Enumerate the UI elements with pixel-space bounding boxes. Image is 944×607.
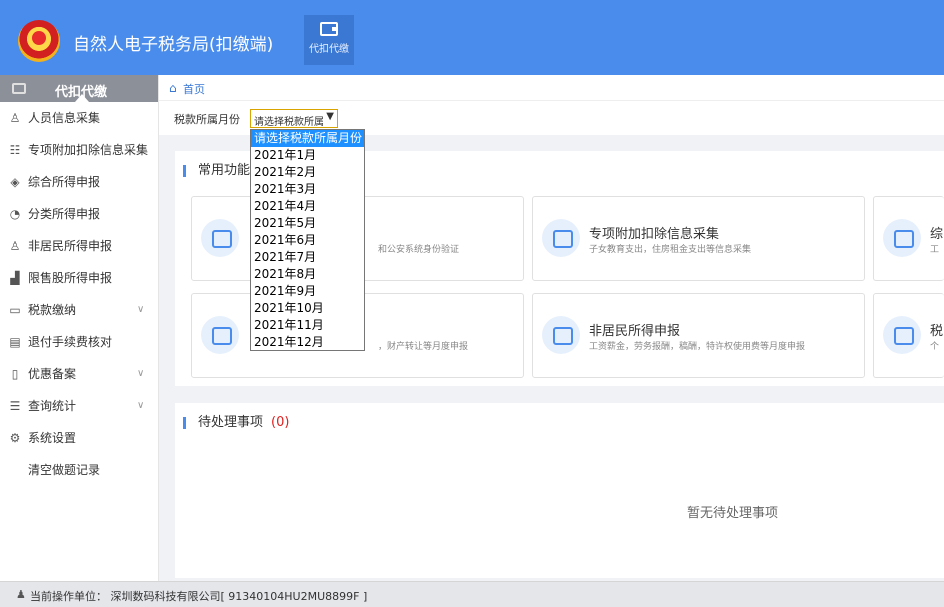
search-list-icon: ☰ [9,399,21,413]
wallet-icon [320,22,338,36]
id-card-icon [201,219,239,257]
sidebar-item-label: 限售股所得申报 [28,271,113,285]
sidebar-item-label: 清空做题记录 [28,463,101,477]
sidebar-item-label: 专项附加扣除信息采集 [28,143,149,157]
dropdown-option[interactable]: 2021年12月 [251,334,364,351]
card-title: 综 [930,227,944,242]
person-icon: ♙ [9,111,21,125]
receipt-icon: ▤ [9,335,21,349]
app-title: 自然人电子税务局(扣缴端) [73,35,274,55]
dropdown-option[interactable]: 2021年8月 [251,266,364,283]
sidebar-item-preferential-filing[interactable]: ▯ 优惠备案 ∨ [0,358,158,390]
sidebar-item-label: 退付手续费核对 [28,335,113,349]
pending-items-title: 待处理事项 (0) [183,415,290,430]
sidebar-item-classified-income[interactable]: ◔ 分类所得申报 [0,198,158,230]
pending-title-text: 待处理事项 [198,415,264,430]
dropdown-option[interactable]: 2021年5月 [251,215,364,232]
user-icon: ♟ [16,588,26,601]
dropdown-option[interactable]: 2021年1月 [251,147,364,164]
tax-month-label: 税款所属月份 [174,113,240,126]
tab-withholding[interactable]: 代扣代缴 [304,15,354,65]
chevron-down-icon: ▼ [326,111,334,122]
bar-chart-icon: ▟ [10,271,20,285]
person-outline-icon: ♙ [9,239,21,253]
sidebar-item-query-statistics[interactable]: ☰ 查询统计 ∨ [0,390,158,422]
chevron-down-icon: ∨ [137,368,145,379]
chevron-down-icon: ∨ [137,400,145,411]
tax-month-dropdown-list: 请选择税款所属月份 2021年1月 2021年2月 2021年3月 2021年4… [250,129,365,351]
sidebar-item-special-deductions[interactable]: ☷ 专项附加扣除信息采集 [0,134,158,166]
card-desc: ，财产转让等月度申报 [378,342,469,352]
document-icon: ▯ [11,367,19,381]
current-unit-text: 当前操作单位： 深圳数码科技有限公司[ 91340104HU2MU8899F ] [30,590,368,603]
tax-month-select-value: 请选择税款所属 [254,117,324,128]
sidebar-item-label: 优惠备案 [28,367,77,381]
card-title: 非居民所得申报 [589,324,681,339]
dropdown-option[interactable]: 2021年6月 [251,232,364,249]
sidebar-item-label: 税款缴纳 [28,303,77,317]
dropdown-option[interactable]: 2021年3月 [251,181,364,198]
pending-items-panel: 待处理事项 (0) 暂无待处理事项 [175,403,944,578]
dropdown-option[interactable]: 2021年11月 [251,317,364,334]
sidebar-item-label: 查询统计 [28,399,77,413]
sidebar-heading: 代扣代缴 [0,75,158,102]
dropdown-option[interactable]: 2021年10月 [251,300,364,317]
card-title: 税 [930,324,944,339]
national-emblem-logo [18,20,60,62]
sidebar-item-refund-fee[interactable]: ▤ 退付手续费核对 [0,326,158,358]
sidebar-item-restricted-shares[interactable]: ▟ 限售股所得申报 [0,262,158,294]
common-functions-title: 常用功能 [183,164,250,177]
card-desc: 和公安系统身份验证 [378,245,460,255]
chevron-down-icon: ∨ [137,304,145,315]
document-search-icon [883,316,921,354]
card-desc: 工资薪金，劳务报酬，稿酬，特许权使用费等月度申报 [589,342,806,352]
sidebar-item-system-settings[interactable]: ⚙ 系统设置 [0,422,158,454]
sidebar-item-label: 人员信息采集 [28,111,101,125]
edit-icon [201,316,239,354]
sidebar-item-label: 分类所得申报 [28,207,101,221]
sidebar-item-tax-payment[interactable]: ▭ 税款缴纳 ∨ [0,294,158,326]
calendar-icon [542,219,580,257]
card-desc: 子女教育支出，住房租金支出等信息采集 [589,245,752,255]
sidebar-item-comprehensive-income[interactable]: ◈ 综合所得申报 [0,166,158,198]
dropdown-option[interactable]: 2021年7月 [251,249,364,266]
card-desc: 工 [930,245,940,255]
wallet-icon [12,83,26,94]
layers-icon: ◈ [10,175,20,189]
sidebar-item-clear-records[interactable]: 清空做题记录 [0,454,158,486]
breadcrumb-home-link[interactable]: 首页 [183,81,205,97]
pie-clock-icon: ◔ [9,207,21,221]
pending-empty-message: 暂无待处理事项 [687,506,779,521]
list-icon: ☷ [9,143,21,157]
card-desc: 个 [930,342,940,352]
dropdown-option[interactable]: 2021年2月 [251,164,364,181]
dropdown-option[interactable]: 2021年9月 [251,283,364,300]
tab-withholding-label: 代扣代缴 [309,44,349,55]
card-special-deductions[interactable]: 专项附加扣除信息采集 子女教育支出，住房租金支出等信息采集 [532,196,865,281]
sidebar-item-label: 非居民所得申报 [28,239,113,253]
status-footer: ♟ 当前操作单位： 深圳数码科技有限公司[ 91340104HU2MU8899F… [0,581,944,607]
tax-month-select[interactable]: 请选择税款所属 ▼ [250,109,338,128]
sidebar-item-label: 综合所得申报 [28,175,101,189]
card-tax-item[interactable]: 税 个 [873,293,944,378]
sidebar-item-personnel-info[interactable]: ♙ 人员信息采集 [0,102,158,134]
home-icon: ⌂ [169,81,177,95]
edit-icon [542,316,580,354]
card-title: 专项附加扣除信息采集 [589,227,720,242]
top-header: 自然人电子税务局(扣缴端) 代扣代缴 [0,0,944,75]
sidebar: 代扣代缴 ♙ 人员信息采集 ☷ 专项附加扣除信息采集 ◈ 综合所得申报 ◔ 分类… [0,75,159,581]
gear-icon: ⚙ [9,431,21,445]
card-nonresident-income[interactable]: 非居民所得申报 工资薪金，劳务报酬，稿酬，特许权使用费等月度申报 [532,293,865,378]
sidebar-item-nonresident-income[interactable]: ♙ 非居民所得申报 [0,230,158,262]
dropdown-option[interactable]: 2021年4月 [251,198,364,215]
card-comprehensive-income[interactable]: 综 工 [873,196,944,281]
folder-icon: ▭ [9,303,21,317]
document-add-icon [883,219,921,257]
breadcrumb: ⌂ 首页 [159,75,944,101]
heading-pointer [75,94,89,102]
pending-count: (0) [271,415,290,430]
sidebar-item-label: 系统设置 [28,431,77,445]
dropdown-option[interactable]: 请选择税款所属月份 [251,130,364,147]
